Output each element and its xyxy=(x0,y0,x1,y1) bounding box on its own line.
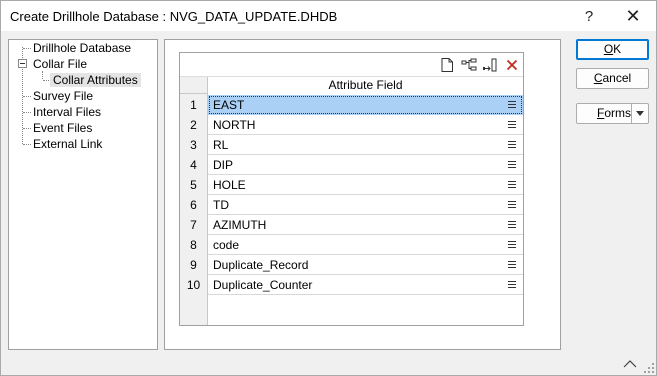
new-document-icon[interactable] xyxy=(438,56,456,74)
window-title: Create Drillhole Database : NVG_DATA_UPD… xyxy=(10,9,338,24)
tree-item-survey-file[interactable]: Survey File xyxy=(33,89,93,104)
tree-item-drillhole-database[interactable]: Drillhole Database xyxy=(33,41,131,56)
tree-item-collar-attributes[interactable]: Collar Attributes xyxy=(50,73,141,88)
close-button[interactable]: ✕ xyxy=(611,1,655,31)
cell-value: EAST xyxy=(213,98,245,112)
table-row[interactable]: 5 HOLE xyxy=(180,175,523,195)
table-row[interactable]: 2 NORTH xyxy=(180,115,523,135)
tree-item-collar-file[interactable]: Collar File xyxy=(33,57,87,72)
attribute-field-cell[interactable]: code xyxy=(208,235,523,255)
attribute-field-cell[interactable]: Duplicate_Record xyxy=(208,255,523,275)
row-number[interactable]: 9 xyxy=(180,255,208,275)
row-number[interactable]: 1 xyxy=(180,95,208,115)
ok-mnemonic: O xyxy=(603,42,614,56)
table-row[interactable]: 4 DIP xyxy=(180,155,523,175)
tree-item-external-link[interactable]: External Link xyxy=(33,137,102,152)
cell-value: TD xyxy=(213,198,229,212)
delete-icon[interactable] xyxy=(503,56,521,74)
table-row[interactable]: 6 TD xyxy=(180,195,523,215)
list-menu-icon[interactable] xyxy=(507,280,517,290)
navigation-tree: Drillhole Database Collar File Collar At… xyxy=(8,39,158,350)
resize-grip-icon[interactable] xyxy=(643,362,655,374)
chevron-up-icon[interactable] xyxy=(623,358,637,370)
tree-item-interval-files[interactable]: Interval Files xyxy=(33,105,101,120)
cell-value: HOLE xyxy=(213,178,246,192)
list-menu-icon[interactable] xyxy=(507,260,517,270)
collapse-toggle-icon[interactable] xyxy=(18,59,27,68)
cancel-button[interactable]: Cancel xyxy=(576,68,649,89)
list-menu-icon[interactable] xyxy=(507,120,517,130)
list-menu-icon[interactable] xyxy=(507,200,517,210)
table-row[interactable]: 1 EAST xyxy=(180,95,523,115)
attribute-field-cell[interactable]: Duplicate_Counter xyxy=(208,275,523,295)
tree-item-event-files[interactable]: Event Files xyxy=(33,121,92,136)
insert-row-icon[interactable] xyxy=(460,56,478,74)
attributes-panel: Attribute Field 1 EAST 2 NORTH 3 RL 4 DIP 5 HOLE 6… xyxy=(164,39,561,350)
attribute-field-cell[interactable]: AZIMUTH xyxy=(208,215,523,235)
forms-dropdown-button[interactable] xyxy=(631,104,648,123)
cell-value: Duplicate_Record xyxy=(213,258,309,272)
tree-connector xyxy=(23,112,31,113)
attribute-grid: Attribute Field 1 EAST 2 NORTH 3 RL 4 DIP 5 HOLE 6… xyxy=(179,52,524,326)
append-row-icon[interactable] xyxy=(481,56,499,74)
cell-value: code xyxy=(213,238,240,252)
tree-item-label: Survey File xyxy=(33,89,94,103)
dialog-window: Create Drillhole Database : NVG_DATA_UPD… xyxy=(0,0,657,376)
row-number[interactable]: 10 xyxy=(180,275,208,295)
table-row[interactable]: 10 Duplicate_Counter xyxy=(180,275,523,295)
list-menu-icon[interactable] xyxy=(507,140,517,150)
grid-toolbar xyxy=(180,53,523,77)
title-bar: Create Drillhole Database : NVG_DATA_UPD… xyxy=(1,1,656,31)
tree-connector xyxy=(23,96,31,97)
table-row[interactable]: 3 RL xyxy=(180,135,523,155)
tree-item-label: Drillhole Database xyxy=(33,41,132,55)
cell-value: Duplicate_Counter xyxy=(213,278,313,292)
tree-item-label: Collar File xyxy=(33,57,88,71)
row-number[interactable]: 8 xyxy=(180,235,208,255)
tree-connector xyxy=(23,144,31,145)
tree-item-label: Collar Attributes xyxy=(50,73,141,87)
grid-header: Attribute Field xyxy=(180,77,523,94)
cell-value: DIP xyxy=(213,158,234,172)
attribute-field-cell[interactable]: NORTH xyxy=(208,115,523,135)
tree-item-label: External Link xyxy=(33,137,103,151)
list-menu-icon[interactable] xyxy=(507,240,517,250)
table-row[interactable]: 7 AZIMUTH xyxy=(180,215,523,235)
cancel-label-rest: ancel xyxy=(602,71,632,85)
forms-button[interactable]: Forms xyxy=(576,103,649,124)
attribute-field-cell[interactable]: RL xyxy=(208,135,523,155)
tree-connector xyxy=(23,128,31,129)
cell-value: NORTH xyxy=(213,118,256,132)
tree-item-label: Event Files xyxy=(33,121,93,135)
forms-label-rest: orms xyxy=(604,106,632,120)
tree-item-label: Interval Files xyxy=(33,105,102,119)
row-number[interactable]: 6 xyxy=(180,195,208,215)
attribute-field-cell[interactable]: HOLE xyxy=(208,175,523,195)
row-number[interactable]: 4 xyxy=(180,155,208,175)
row-number[interactable]: 3 xyxy=(180,135,208,155)
attribute-field-cell[interactable]: TD xyxy=(208,195,523,215)
chevron-down-icon xyxy=(636,111,644,116)
column-header-attribute-field[interactable]: Attribute Field xyxy=(208,77,523,94)
ok-label-rest: K xyxy=(613,42,622,56)
attribute-field-cell[interactable]: EAST xyxy=(208,95,523,115)
tree-connector xyxy=(23,48,31,49)
tree-connector xyxy=(42,71,43,79)
list-menu-icon[interactable] xyxy=(507,180,517,190)
row-number[interactable]: 5 xyxy=(180,175,208,195)
ok-button[interactable]: OK xyxy=(576,39,649,60)
cell-value: AZIMUTH xyxy=(213,218,267,232)
cell-value: RL xyxy=(213,138,229,152)
help-button[interactable]: ? xyxy=(567,1,611,31)
row-number[interactable]: 7 xyxy=(180,215,208,235)
list-menu-icon[interactable] xyxy=(507,100,517,110)
list-menu-icon[interactable] xyxy=(507,160,517,170)
table-row[interactable]: 8 code xyxy=(180,235,523,255)
list-menu-icon[interactable] xyxy=(507,220,517,230)
table-row[interactable]: 9 Duplicate_Record xyxy=(180,255,523,275)
attribute-field-cell[interactable]: DIP xyxy=(208,155,523,175)
row-number[interactable]: 2 xyxy=(180,115,208,135)
